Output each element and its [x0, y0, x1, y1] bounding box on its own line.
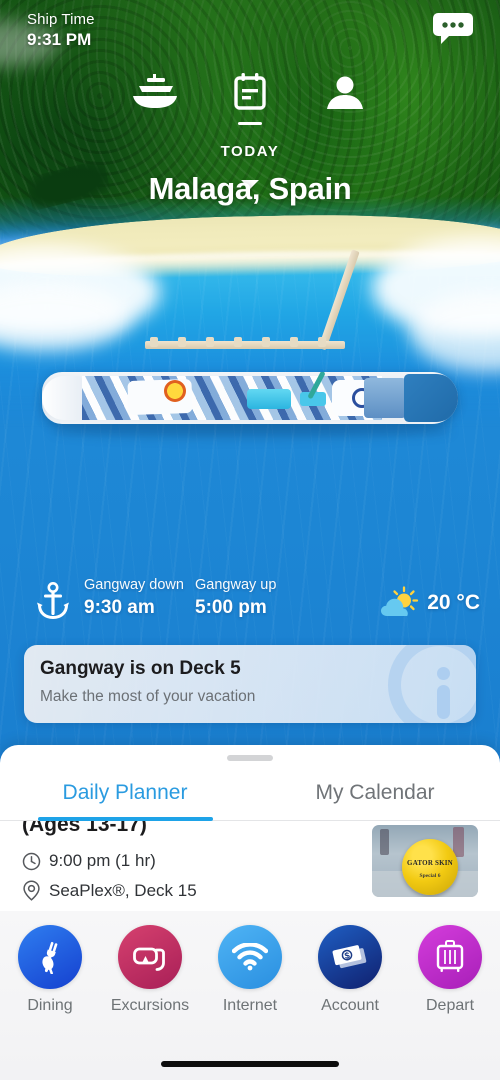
- event-thumbnail[interactable]: GATOR SKIN Special 6: [372, 825, 478, 897]
- money-bills-icon[interactable]: $: [318, 925, 382, 989]
- ship-time-block: Ship Time 9:31 PM: [27, 10, 95, 50]
- cruise-ship-icon[interactable]: [125, 68, 185, 118]
- dock-item-internet[interactable]: Internet: [200, 925, 300, 1015]
- gangway-down-block: Gangway down 9:30 am: [84, 575, 184, 621]
- dock-label-dining: Dining: [27, 997, 73, 1014]
- dock-label-excursions: Excursions: [110, 997, 190, 1014]
- app-screen: Ship Time 9:31 PM TODAY Malaga, Spain Ga…: [0, 0, 500, 1080]
- snorkel-mask-icon[interactable]: [118, 925, 182, 989]
- ship-funnel: [164, 380, 186, 402]
- today-label: TODAY: [220, 143, 280, 160]
- wifi-icon[interactable]: [218, 925, 282, 989]
- pier-piling: [318, 337, 326, 347]
- pier-piling: [234, 337, 242, 347]
- bottom-dock: Dining Excursions Internet $ Account Dep…: [0, 911, 500, 1080]
- tab-daily-planner[interactable]: Daily Planner: [0, 771, 250, 819]
- gangway-info-card[interactable]: Gangway is on Deck 5 Make the most of yo…: [24, 645, 476, 723]
- gangway-up-block: Gangway up 5:00 pm: [195, 575, 276, 621]
- dock-item-depart[interactable]: Depart: [400, 925, 500, 1015]
- dodgeball: GATOR SKIN Special 6: [402, 839, 458, 895]
- gangway-down-value: 9:30 am: [84, 597, 155, 618]
- sheet-drag-handle[interactable]: [227, 755, 273, 761]
- gangway-up-label: Gangway up: [195, 577, 277, 593]
- ship-time-label: Ship Time: [27, 11, 95, 28]
- clock-icon: [22, 852, 41, 871]
- event-time: 9:00 pm (1 hr): [49, 851, 156, 870]
- dock-item-excursions[interactable]: Excursions: [100, 925, 200, 1015]
- person-account-icon[interactable]: [315, 68, 375, 118]
- event-title: (Ages 13-17): [22, 821, 147, 836]
- ship-stern: [42, 376, 82, 420]
- dock-label-account: Account: [321, 997, 379, 1014]
- info-circle-icon: [388, 645, 476, 723]
- fork-spoon-icon[interactable]: [18, 925, 82, 989]
- ship-shadow: [52, 424, 452, 438]
- cruise-ship-aerial: [42, 372, 458, 424]
- sheet-tabs: Daily Planner My Calendar: [0, 771, 500, 819]
- weather-block: 20 °C: [380, 586, 480, 620]
- pier-horizontal-section: [145, 341, 345, 349]
- tab-my-calendar[interactable]: My Calendar: [250, 771, 500, 819]
- info-card-title: Gangway is on Deck 5: [40, 658, 241, 679]
- thumbnail-figure: [453, 827, 464, 857]
- anchor-icon: [30, 578, 76, 624]
- pier-piling: [262, 337, 270, 347]
- suitcase-icon[interactable]: [418, 925, 482, 989]
- ship-aft-section: [364, 378, 406, 418]
- info-card-subtitle: Make the most of your vacation: [40, 688, 256, 705]
- dock-label-internet: Internet: [222, 997, 278, 1014]
- ball-brand: GATOR SKIN: [407, 859, 453, 867]
- list-item[interactable]: (Ages 13-17) 9:00 pm (1 hr) SeaPlex®, De…: [0, 821, 500, 911]
- ship-time-value: 9:31 PM: [27, 30, 92, 49]
- info-icon-dot: [437, 667, 450, 680]
- gangway-down-label: Gangway down: [84, 577, 184, 593]
- pier-piling: [290, 337, 298, 347]
- ball-brand-sub: Special 6: [419, 873, 441, 879]
- info-icon-stem: [437, 685, 450, 719]
- ship-pool: [247, 389, 291, 409]
- page-title: Malaga, Spain: [148, 171, 352, 206]
- active-tab-top-marker: [238, 122, 262, 125]
- event-location: SeaPlex®, Deck 15: [49, 880, 197, 900]
- pier-piling: [206, 337, 214, 347]
- event-location-row: SeaPlex®, Deck 15: [22, 880, 197, 901]
- chat-bubble-icon[interactable]: [432, 10, 474, 46]
- map-pin-icon: [22, 880, 41, 901]
- planner-list[interactable]: (Ages 13-17) 9:00 pm (1 hr) SeaPlex®, De…: [0, 821, 500, 911]
- dock-items: Dining Excursions Internet $ Account Dep…: [0, 925, 500, 1015]
- header-nav: [0, 62, 500, 189]
- thumbnail-figure: [380, 829, 389, 855]
- dock-item-dining[interactable]: Dining: [0, 925, 100, 1015]
- sun-behind-cloud-icon: [380, 586, 420, 620]
- event-time-row: 9:00 pm (1 hr): [22, 851, 156, 871]
- home-indicator: [161, 1061, 339, 1067]
- status-bar: Ship Time 9:31 PM: [0, 0, 500, 58]
- temperature-value: 20 °C: [427, 591, 480, 614]
- dock-label-depart: Depart: [425, 997, 475, 1014]
- gangway-up-value: 5:00 pm: [195, 597, 267, 618]
- pier-piling: [178, 337, 186, 347]
- pier-piling: [150, 337, 158, 347]
- calendar-planner-icon[interactable]: [220, 68, 280, 118]
- dock-item-account[interactable]: $ Account: [300, 925, 400, 1015]
- gangway-info-row: Gangway down 9:30 am Gangway up 5:00 pm: [0, 570, 500, 632]
- ship-bow: [404, 374, 458, 422]
